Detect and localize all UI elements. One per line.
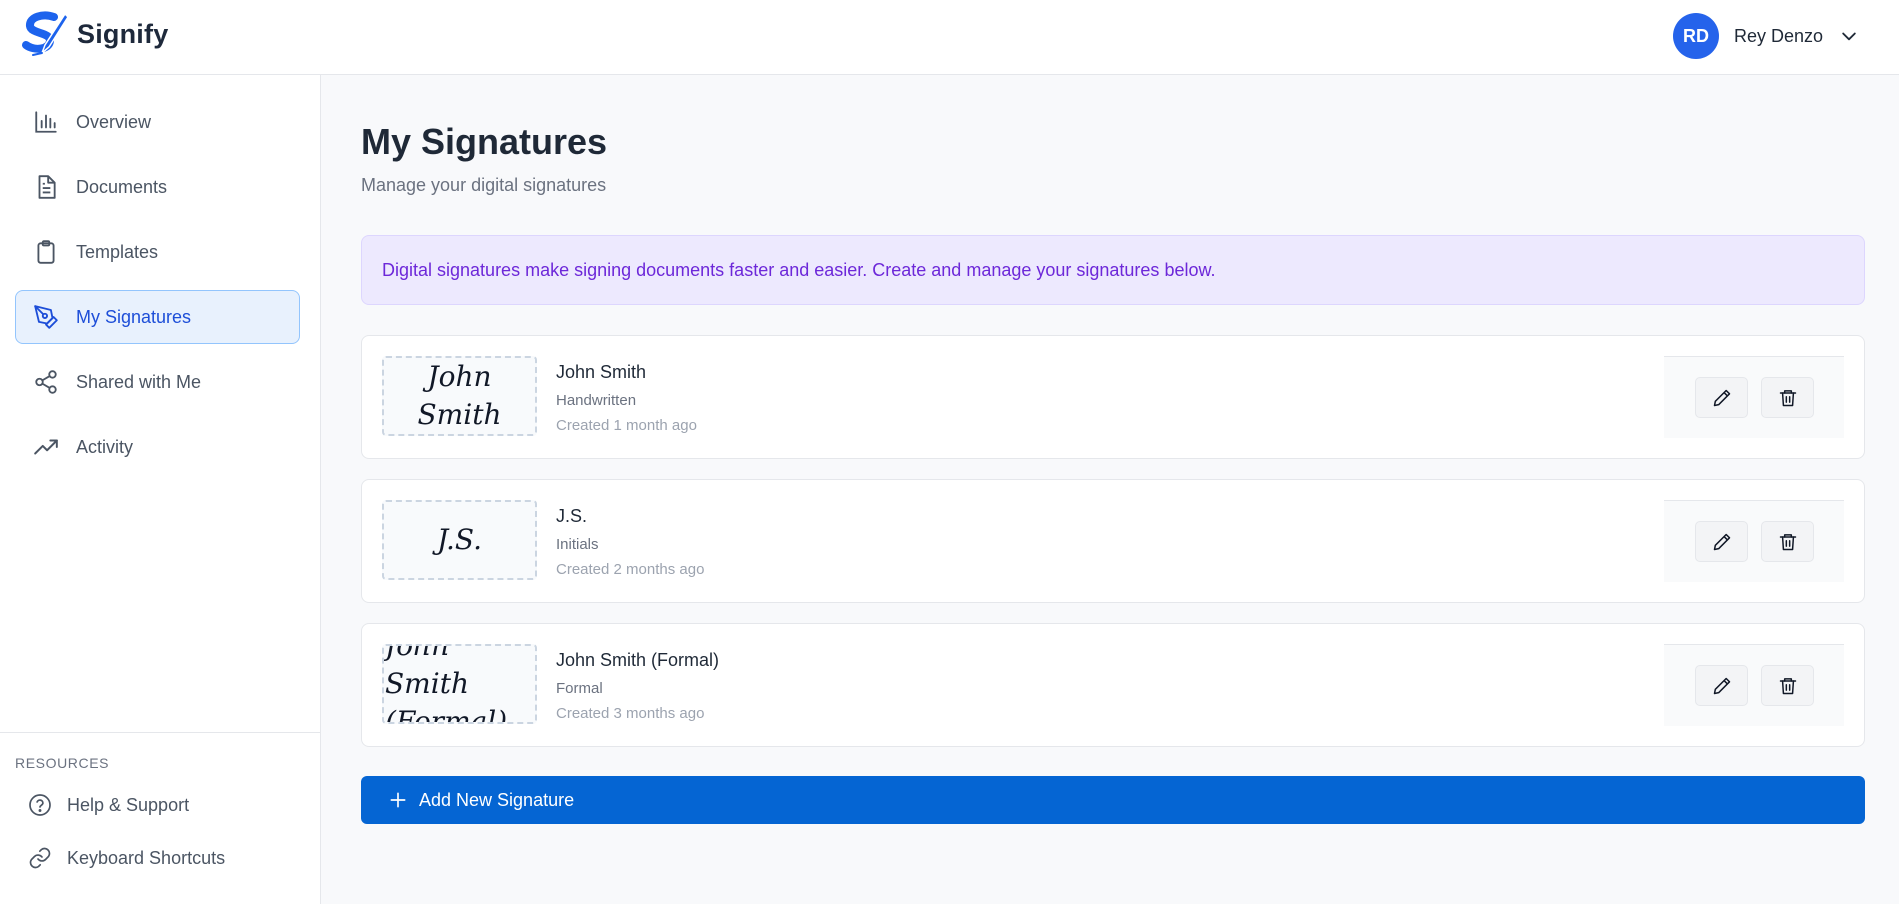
signature-actions — [1664, 644, 1844, 726]
info-banner: Digital signatures make signing document… — [361, 235, 1865, 305]
share-icon — [35, 370, 57, 394]
sidebar-divider — [0, 732, 320, 733]
plus-icon — [390, 792, 406, 808]
chevron-down-icon — [1842, 32, 1856, 41]
sidebar-item-label: Documents — [76, 176, 168, 197]
pencil-icon — [1713, 677, 1730, 694]
delete-signature-button[interactable] — [1761, 521, 1814, 562]
sidebar: Overview Documents Templates My Signatur… — [0, 75, 321, 904]
add-new-signature-button[interactable]: Add New Signature — [361, 776, 1865, 824]
signature-info: John Smith (Formal) Formal Created 3 mon… — [556, 650, 719, 722]
trash-icon — [1779, 533, 1796, 550]
signature-type: Initials — [556, 536, 599, 553]
signature-name: John Smith — [556, 362, 647, 382]
signature-name: J.S. — [556, 506, 588, 526]
sidebar-item-keyboard-shortcuts[interactable]: Keyboard Shortcuts — [28, 846, 225, 870]
sidebar-item-label: Help & Support — [67, 794, 190, 815]
signature-created: Created 2 months ago — [556, 561, 705, 578]
avatar: RD — [1672, 13, 1719, 59]
sidebar-item-help-support[interactable]: Help & Support — [28, 793, 189, 817]
page-subtitle: Manage your digital signatures — [361, 175, 607, 195]
add-new-signature-label: Add New Signature — [419, 789, 575, 810]
app-logo[interactable]: Signify — [21, 11, 168, 57]
help-circle-icon — [29, 794, 51, 816]
sidebar-item-activity[interactable]: Activity — [15, 420, 300, 474]
delete-signature-button[interactable] — [1761, 665, 1814, 706]
trash-icon — [1779, 389, 1796, 406]
edit-signature-button[interactable] — [1695, 521, 1748, 562]
document-icon — [38, 175, 56, 199]
sidebar-item-overview[interactable]: Overview — [15, 95, 300, 149]
sidebar-item-label: My Signatures — [76, 306, 192, 327]
signature-actions — [1664, 356, 1844, 438]
trending-up-icon — [34, 439, 58, 455]
signature-created: Created 1 month ago — [556, 417, 697, 434]
pen-tool-icon — [34, 305, 58, 329]
trash-icon — [1779, 677, 1796, 694]
edit-signature-button[interactable] — [1695, 377, 1748, 418]
clipboard-icon — [37, 240, 55, 264]
signify-logo-icon — [22, 11, 69, 56]
page-title: My Signatures — [361, 121, 608, 162]
signature-name: John Smith (Formal) — [556, 650, 720, 670]
signature-card: John Smith John Smith Handwritten Create… — [361, 335, 1865, 459]
edit-signature-button[interactable] — [1695, 665, 1748, 706]
sidebar-item-label: Keyboard Shortcuts — [67, 847, 226, 868]
signature-info: J.S. Initials Created 2 months ago — [556, 506, 704, 578]
top-header: Signify RD Rey Denzo — [0, 0, 1899, 75]
main-content: My Signatures Manage your digital signat… — [321, 75, 1899, 904]
pencil-icon — [1713, 533, 1730, 550]
sidebar-item-label: Templates — [76, 241, 159, 262]
sidebar-item-my-signatures[interactable]: My Signatures — [15, 290, 300, 344]
signature-info: John Smith Handwritten Created 1 month a… — [556, 362, 697, 434]
sidebar-item-shared-with-me[interactable]: Shared with Me — [15, 355, 300, 409]
signature-preview: John Smith — [382, 356, 537, 436]
sidebar-item-documents[interactable]: Documents — [15, 160, 300, 214]
pencil-icon — [1713, 389, 1730, 406]
bar-chart-icon — [35, 111, 57, 133]
link-icon — [29, 847, 51, 869]
signature-type: Handwritten — [556, 392, 637, 409]
sidebar-item-templates[interactable]: Templates — [15, 225, 300, 279]
signature-card: J.S. J.S. Initials Created 2 months ago — [361, 479, 1865, 603]
user-name: Rey Denzo — [1733, 25, 1823, 46]
app-name: Signify — [77, 18, 169, 49]
sidebar-item-label: Activity — [76, 436, 134, 457]
signature-created: Created 3 months ago — [556, 705, 705, 722]
sidebar-item-label: Shared with Me — [76, 371, 202, 392]
signature-preview: J.S. — [382, 500, 537, 580]
signature-preview: John Smith (Formal) — [382, 644, 537, 724]
user-menu[interactable]: RD Rey Denzo — [1672, 13, 1859, 59]
resources-heading: RESOURCES — [15, 755, 110, 771]
delete-signature-button[interactable] — [1761, 377, 1814, 418]
signature-card: John Smith (Formal) John Smith (Formal) … — [361, 623, 1865, 747]
signature-actions — [1664, 500, 1844, 582]
sidebar-item-label: Overview — [76, 111, 152, 132]
signature-type: Formal — [556, 680, 603, 697]
